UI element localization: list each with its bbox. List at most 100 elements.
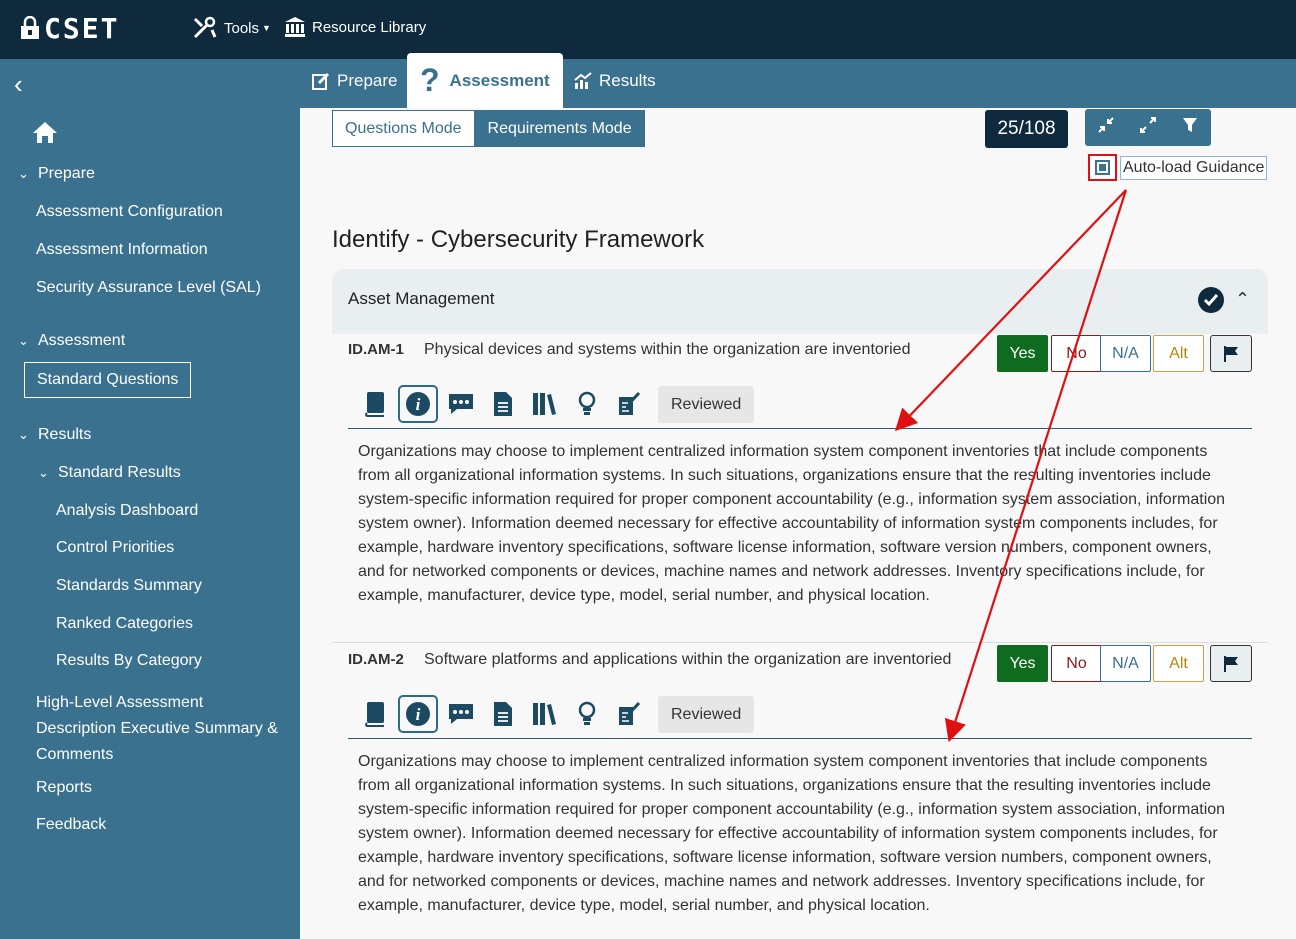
references-icon[interactable]	[524, 385, 566, 423]
tab-results-label: Results	[599, 71, 656, 90]
flag-button[interactable]	[1210, 645, 1252, 682]
group-title: Asset Management	[348, 289, 495, 308]
auto-load-checkbox[interactable]	[1088, 154, 1117, 181]
top-bar: CSET Tools ▼ Resource Library	[0, 0, 1296, 59]
questions-mode-button[interactable]: Questions Mode	[332, 110, 475, 147]
chart-icon	[574, 72, 592, 89]
tab-prepare[interactable]: Prepare	[312, 71, 397, 91]
sidebar-label: Comments	[36, 746, 114, 763]
answer-alt-button[interactable]: Alt	[1153, 335, 1204, 372]
document-icon[interactable]	[482, 695, 524, 733]
lightbulb-icon[interactable]	[566, 695, 608, 733]
book-icon[interactable]	[354, 385, 396, 423]
tab-bar: ‹ Prepare ? Assessment Results	[0, 53, 1296, 108]
answer-no-button[interactable]: No	[1051, 645, 1102, 682]
review-notes-icon[interactable]	[608, 385, 650, 423]
sidebar-item-control-priorities[interactable]: Control Priorities	[56, 539, 174, 557]
main-content: Questions Mode Requirements Mode 25/108 …	[300, 108, 1296, 939]
chevron-up-icon[interactable]: ⌃	[1235, 289, 1250, 310]
answer-no-button[interactable]: No	[1051, 335, 1102, 372]
question-text: Software platforms and applications with…	[424, 651, 952, 668]
answer-na-button[interactable]: N/A	[1100, 645, 1151, 682]
view-tools	[1085, 109, 1211, 146]
chevron-down-icon: ⌄	[18, 166, 29, 181]
tab-assessment[interactable]: ? Assessment	[407, 53, 563, 108]
requirements-mode-button[interactable]: Requirements Mode	[474, 110, 645, 147]
book-icon[interactable]	[354, 695, 396, 733]
sidebar-item-results-by-category[interactable]: Results By Category	[56, 652, 202, 670]
caret-down-icon: ▼	[262, 23, 271, 33]
flag-button[interactable]	[1210, 335, 1252, 372]
svg-text:i: i	[416, 395, 421, 414]
sidebar-item-standards-summary[interactable]: Standards Summary	[56, 577, 202, 595]
sidebar-item-assessment-information[interactable]: Assessment Information	[36, 241, 208, 259]
tab-results[interactable]: Results	[574, 71, 656, 91]
chevron-down-icon: ⌄	[38, 465, 49, 480]
resource-library-link[interactable]: Resource Library	[284, 16, 426, 38]
auto-load-label: Auto-load Guidance	[1120, 155, 1268, 180]
chevron-down-icon: ⌄	[18, 427, 29, 442]
resource-library-label: Resource Library	[312, 18, 427, 36]
filter-icon[interactable]	[1182, 117, 1198, 138]
comment-icon[interactable]	[440, 385, 482, 423]
flag-icon	[1224, 345, 1238, 362]
divider	[348, 738, 1252, 739]
question-id: ID.AM-2	[348, 651, 404, 668]
guidance-text: Organizations may choose to implement ce…	[358, 443, 1226, 604]
flag-icon	[1224, 655, 1238, 672]
divider	[332, 642, 1268, 643]
question-mark-icon: ?	[420, 62, 440, 98]
reviewed-button[interactable]: Reviewed	[658, 695, 755, 733]
sidebar-item-standard-questions[interactable]: Standard Questions	[24, 362, 191, 398]
info-icon[interactable]: i	[398, 695, 438, 733]
answer-alt-button[interactable]: Alt	[1153, 645, 1204, 682]
sidebar-item-feedback[interactable]: Feedback	[36, 816, 106, 834]
lightbulb-icon[interactable]	[566, 385, 608, 423]
question-tools: i Reviewed	[354, 385, 755, 423]
library-icon	[285, 17, 305, 37]
question-counter: 25/108	[985, 110, 1068, 148]
edit-icon	[312, 72, 330, 90]
sidebar-item-prepare[interactable]: ⌄ Prepare	[18, 165, 95, 183]
question-text: Physical devices and systems within the …	[424, 341, 911, 358]
answer-na-button[interactable]: N/A	[1100, 335, 1151, 372]
sidebar-label: Results	[38, 426, 92, 443]
references-icon[interactable]	[524, 695, 566, 733]
auto-load-guidance[interactable]: Auto-load Guidance	[1088, 154, 1268, 181]
sidebar-item-standard-results[interactable]: ⌄ Standard Results	[38, 464, 181, 482]
sidebar-item-reports[interactable]: Reports	[36, 779, 92, 797]
question-tools: i Reviewed	[354, 695, 755, 733]
sidebar-label: Standard Results	[58, 464, 181, 481]
group-header[interactable]: Asset Management ⌃	[332, 269, 1268, 334]
tools-label: Tools	[224, 19, 260, 37]
guidance-text: Organizations may choose to implement ce…	[358, 753, 1226, 914]
check-circle-icon	[1198, 287, 1224, 313]
tab-assessment-label: Assessment	[449, 70, 550, 90]
sidebar-item-sal[interactable]: Security Assurance Level (SAL)	[36, 279, 261, 297]
sidebar-item-analysis-dashboard[interactable]: Analysis Dashboard	[56, 502, 198, 520]
lock-icon	[21, 16, 39, 39]
answer-yes-button[interactable]: Yes	[997, 335, 1048, 372]
review-notes-icon[interactable]	[608, 695, 650, 733]
home-icon[interactable]	[32, 120, 58, 149]
chevron-down-icon: ⌄	[18, 333, 29, 348]
info-icon[interactable]: i	[398, 385, 438, 423]
sidebar-item-ranked-categories[interactable]: Ranked Categories	[56, 615, 193, 633]
cset-logo[interactable]: CSET	[20, 12, 119, 45]
back-arrow-icon[interactable]: ‹	[14, 69, 23, 100]
expand-all-icon[interactable]	[1140, 117, 1156, 138]
sidebar-item-results[interactable]: ⌄ Results	[18, 426, 91, 444]
sidebar-item-assessment[interactable]: ⌄ Assessment	[18, 332, 125, 350]
tools-icon	[193, 16, 217, 39]
collapse-all-icon[interactable]	[1098, 117, 1114, 138]
sidebar-item-assessment-configuration[interactable]: Assessment Configuration	[36, 203, 223, 221]
comment-icon[interactable]	[440, 695, 482, 733]
reviewed-button[interactable]: Reviewed	[658, 385, 755, 423]
document-icon[interactable]	[482, 385, 524, 423]
sidebar-label: Assessment	[38, 332, 126, 349]
sidebar-item-high-level-assessment[interactable]: High-Level Assessment Description Execut…	[36, 690, 278, 768]
answer-yes-button[interactable]: Yes	[997, 645, 1048, 682]
tools-menu[interactable]: Tools ▼	[192, 16, 271, 40]
question-id: ID.AM-1	[348, 341, 404, 358]
section-title: Identify - Cybersecurity Framework	[332, 226, 705, 253]
